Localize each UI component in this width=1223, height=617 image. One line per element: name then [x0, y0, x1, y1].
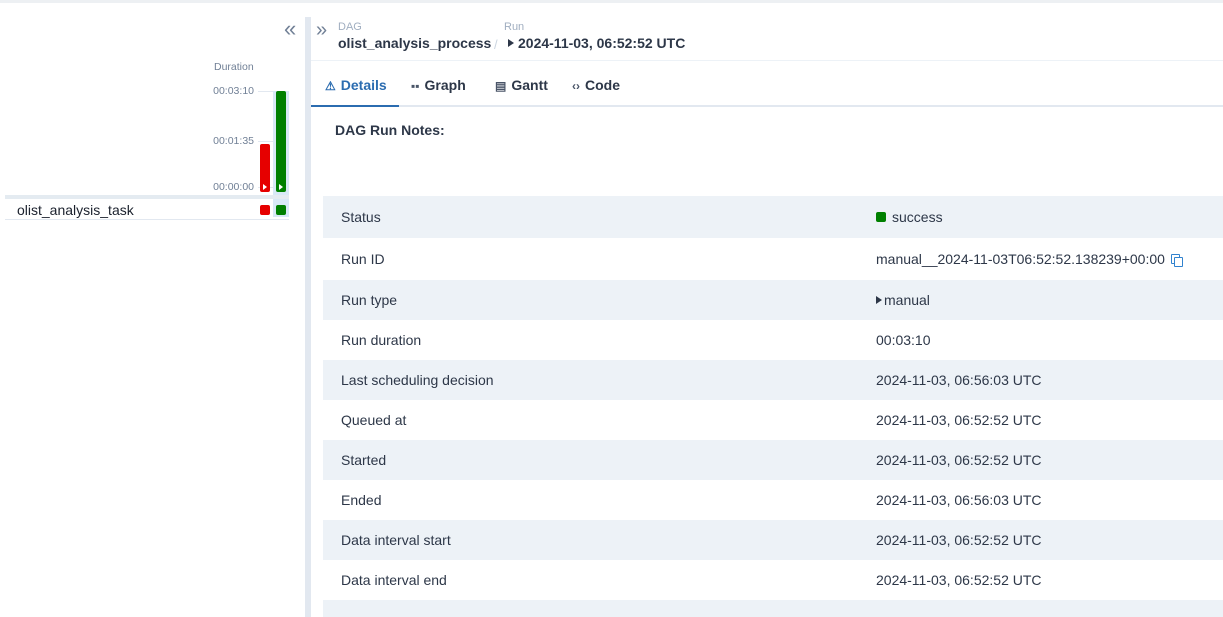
grid-panel: « Duration 00:03:10 00:01:35 00:00:00 ol…: [0, 3, 305, 617]
row-value: 2024-11-03, 06:56:03 UTC: [876, 372, 1042, 388]
table-row-ended: Ended 2024-11-03, 06:56:03 UTC: [323, 480, 1223, 520]
row-key: Run duration: [341, 332, 422, 348]
breadcrumb-run-value: 2024-11-03, 06:52:52 UTC: [518, 35, 686, 51]
breadcrumb-run[interactable]: 2024-11-03, 06:52:52 UTC: [508, 35, 685, 51]
run-id-text: manual__2024-11-03T06:52:52.138239+00:00: [876, 251, 1165, 267]
task-name[interactable]: olist_analysis_task: [17, 202, 134, 218]
duration-tick-mid: 00:01:35: [213, 135, 274, 147]
manual-run-icon: [263, 184, 267, 190]
task-instance-failed[interactable]: [260, 205, 270, 215]
row-key: Run type: [341, 292, 398, 308]
run-type-value: manual: [876, 292, 930, 308]
tab-details-label: Details: [340, 77, 387, 93]
row-key: Run ID: [341, 251, 385, 267]
tab-gantt-label: Gantt: [511, 77, 548, 93]
panel-resize-handle[interactable]: [305, 17, 311, 617]
graph-icon: ▪▪: [411, 79, 420, 93]
breadcrumb-run-label: Run: [504, 21, 525, 33]
duration-tick-max: 00:03:10: [213, 85, 274, 97]
row-value: 2024-11-03, 06:52:52 UTC: [876, 452, 1042, 468]
table-row-run-type: Run type manual: [323, 280, 1223, 320]
breadcrumb-dag-label: DAG: [338, 21, 362, 33]
manual-run-icon: [279, 184, 283, 190]
table-row-last-scheduling: Last scheduling decision 2024-11-03, 06:…: [323, 360, 1223, 400]
table-row-data-interval-start: Data interval start 2024-11-03, 06:52:52…: [323, 520, 1223, 560]
tab-details[interactable]: ⚠ Details: [311, 66, 399, 107]
task-instance-success[interactable]: [276, 205, 286, 215]
table-row-started: Started 2024-11-03, 06:52:52 UTC: [323, 440, 1223, 480]
manual-run-icon: [508, 39, 514, 47]
breadcrumb-separator: /: [494, 37, 498, 52]
code-icon: ‹›: [572, 79, 580, 93]
collapse-grid-icon[interactable]: «: [284, 18, 296, 40]
task-row[interactable]: olist_analysis_task: [5, 199, 289, 220]
tab-gantt[interactable]: ▤ Gantt: [495, 66, 548, 107]
warning-triangle-icon: ⚠: [325, 79, 336, 93]
table-row-queued-at: Queued at 2024-11-03, 06:52:52 UTC: [323, 400, 1223, 440]
status-text: success: [892, 209, 943, 225]
row-value: 2024-11-03, 06:56:03 UTC: [876, 492, 1042, 508]
row-key: Data interval end: [341, 572, 447, 588]
breadcrumb-dag-id[interactable]: olist_analysis_process: [338, 35, 491, 51]
table-row-status: Status success: [323, 196, 1223, 238]
header-divider: [311, 60, 1223, 61]
tab-code-label: Code: [585, 77, 620, 93]
duration-label: Duration: [214, 61, 254, 73]
row-value: 00:03:10: [876, 332, 931, 348]
duration-tick-zero: 00:00:00: [213, 181, 274, 193]
row-key: Last scheduling decision: [341, 372, 494, 388]
gantt-icon: ▤: [495, 79, 507, 93]
run-duration-bar-success[interactable]: [276, 91, 286, 192]
tab-graph[interactable]: ▪▪ Graph: [411, 66, 466, 107]
row-value: 2024-11-03, 06:52:52 UTC: [876, 572, 1042, 588]
table-row-run-duration: Run duration 00:03:10: [323, 320, 1223, 360]
run-type-text: manual: [884, 292, 930, 308]
table-row-data-interval-end: Data interval end 2024-11-03, 06:52:52 U…: [323, 560, 1223, 600]
row-key: Data interval start: [341, 532, 451, 548]
row-key: Started: [341, 452, 387, 468]
row-value: 2024-11-03, 06:52:52 UTC: [876, 412, 1042, 428]
copy-icon[interactable]: [1170, 254, 1183, 267]
row-value: 2024-11-03, 06:52:52 UTC: [876, 532, 1042, 548]
table-row-run-id: Run ID manual__2024-11-03T06:52:52.13823…: [323, 238, 1223, 280]
row-key: Ended: [341, 492, 382, 508]
tab-bar: ⚠ Details ▪▪ Graph ▤ Gantt ‹› Code: [311, 66, 1223, 107]
row-key: Status: [341, 209, 381, 225]
status-badge: [876, 212, 886, 222]
row-key: Queued at: [341, 412, 407, 428]
manual-run-icon: [876, 296, 882, 304]
dag-run-notes-label: DAG Run Notes:: [335, 122, 445, 138]
details-table: Status success Run ID manual__2024-11-03…: [323, 196, 1223, 617]
status-value: success: [876, 209, 943, 225]
tab-code[interactable]: ‹› Code: [572, 66, 620, 107]
expand-details-icon[interactable]: »: [316, 20, 327, 40]
run-duration-bar-failed[interactable]: [260, 144, 270, 192]
run-id-value: manual__2024-11-03T06:52:52.138239+00:00: [876, 251, 1183, 267]
table-row-partial: [323, 600, 1223, 617]
tab-graph-label: Graph: [424, 77, 466, 93]
